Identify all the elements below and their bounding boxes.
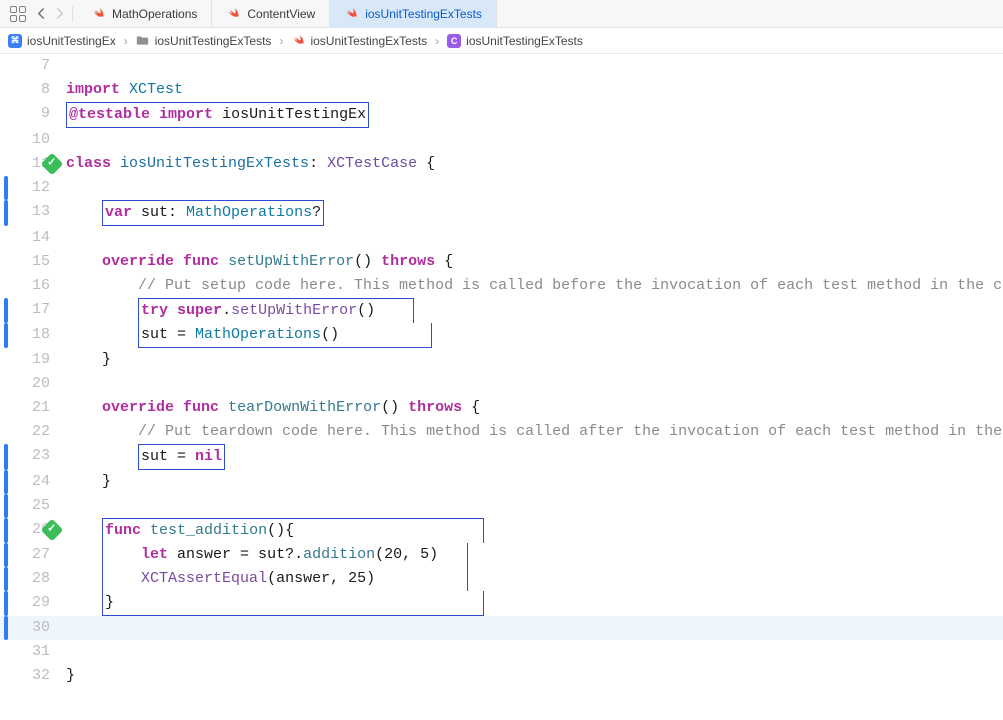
code-line[interactable]: 16 // Put setup code here. This method i… <box>0 274 1003 298</box>
code-line[interactable]: 24 } <box>0 470 1003 494</box>
code-line[interactable]: 31 <box>0 640 1003 664</box>
tab-tests[interactable]: iosUnitTestingExTests <box>330 0 497 28</box>
code-line[interactable]: 22 // Put teardown code here. This metho… <box>0 420 1003 444</box>
tab-content-view[interactable]: ContentView <box>212 0 330 28</box>
chevron-right-icon: › <box>275 34 287 48</box>
tab-label: iosUnitTestingExTests <box>365 7 482 21</box>
crumb-label: iosUnitTestingExTests <box>155 34 272 48</box>
crumb-folder[interactable]: iosUnitTestingExTests <box>136 34 272 48</box>
code-line[interactable]: 14 <box>0 226 1003 250</box>
code-line[interactable]: 12 <box>0 176 1003 200</box>
nav-back-icon[interactable] <box>32 0 50 28</box>
code-line[interactable]: 13 var sut: MathOperations? <box>0 200 1003 226</box>
code-line[interactable]: 17 try super.setUpWithError() <box>0 298 1003 323</box>
code-line[interactable]: 20 <box>0 372 1003 396</box>
code-line[interactable]: 32} <box>0 664 1003 688</box>
swift-icon <box>91 6 106 21</box>
crumb-label: iosUnitTestingEx <box>27 34 116 48</box>
crumb-label: iosUnitTestingExTests <box>466 34 583 48</box>
change-bar-icon <box>4 543 8 567</box>
tab-label: MathOperations <box>112 7 197 21</box>
code-line[interactable]: 11class iosUnitTestingExTests: XCTestCas… <box>0 152 1003 176</box>
code-line[interactable]: 19 } <box>0 348 1003 372</box>
swift-icon <box>344 6 359 21</box>
code-line[interactable]: 28 XCTAssertEqual(answer, 25) <box>0 567 1003 591</box>
code-line[interactable]: 29 } <box>0 591 1003 616</box>
code-line[interactable]: 15 override func setUpWithError() throws… <box>0 250 1003 274</box>
change-bar-icon <box>4 518 8 543</box>
breadcrumb: ⌘ iosUnitTestingEx › iosUnitTestingExTes… <box>0 28 1003 54</box>
change-bar-icon <box>4 470 8 494</box>
code-line[interactable]: 30 <box>0 616 1003 640</box>
chevron-right-icon: › <box>120 34 132 48</box>
change-bar-icon <box>4 567 8 591</box>
code-line[interactable]: 23 sut = nil <box>0 444 1003 470</box>
crumb-label: iosUnitTestingExTests <box>310 34 427 48</box>
change-bar-icon <box>4 298 8 323</box>
code-line[interactable]: 26 func test_addition(){ <box>0 518 1003 543</box>
change-bar-icon <box>4 176 8 200</box>
code-editor[interactable]: 7 8import XCTest 9@testable import iosUn… <box>0 54 1003 688</box>
nav-forward-icon[interactable] <box>50 0 68 28</box>
folder-icon <box>136 34 150 48</box>
crumb-class[interactable]: C iosUnitTestingExTests <box>447 34 583 48</box>
chevron-right-icon: › <box>431 34 443 48</box>
code-line[interactable]: 25 <box>0 494 1003 518</box>
change-bar-icon <box>4 323 8 348</box>
separator <box>72 6 73 22</box>
tab-bar: MathOperations ContentView iosUnitTestin… <box>0 0 1003 28</box>
change-bar-icon <box>4 200 8 226</box>
code-line[interactable]: 8import XCTest <box>0 78 1003 102</box>
tab-label: ContentView <box>247 7 315 21</box>
change-bar-icon <box>4 616 8 640</box>
code-line[interactable]: 7 <box>0 54 1003 78</box>
code-line[interactable]: 27 let answer = sut?.addition(20, 5) <box>0 543 1003 567</box>
swift-icon <box>291 34 305 48</box>
tab-math-operations[interactable]: MathOperations <box>77 0 212 28</box>
code-line[interactable]: 9@testable import iosUnitTestingEx <box>0 102 1003 128</box>
app-icon: ⌘ <box>8 34 22 48</box>
crumb-file[interactable]: iosUnitTestingExTests <box>291 34 427 48</box>
class-icon: C <box>447 34 461 48</box>
crumb-project[interactable]: ⌘ iosUnitTestingEx <box>8 34 116 48</box>
change-bar-icon <box>4 494 8 518</box>
related-items-icon[interactable] <box>10 6 26 22</box>
change-bar-icon <box>4 444 8 470</box>
code-line[interactable]: 21 override func tearDownWithError() thr… <box>0 396 1003 420</box>
code-line[interactable]: 18 sut = MathOperations() <box>0 323 1003 348</box>
code-line[interactable]: 10 <box>0 128 1003 152</box>
swift-icon <box>226 6 241 21</box>
change-bar-icon <box>4 591 8 616</box>
